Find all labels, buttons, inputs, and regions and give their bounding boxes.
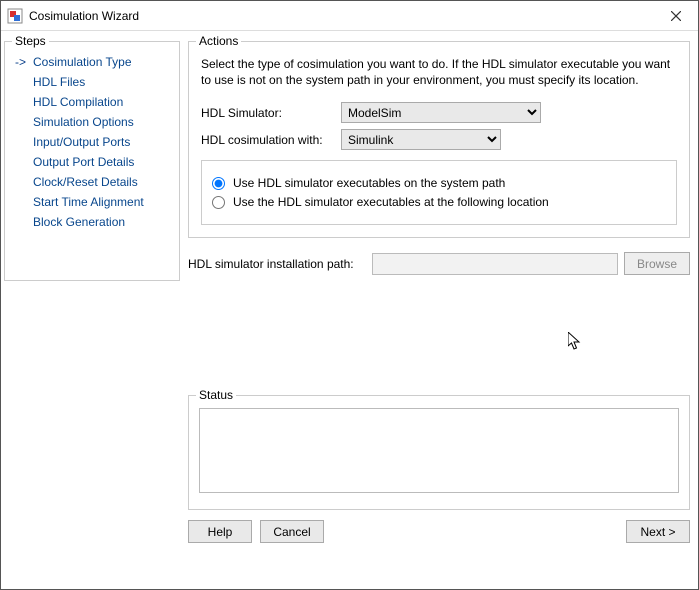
window-close-button[interactable] — [653, 1, 698, 31]
step-hdl-files[interactable]: HDL Files — [15, 72, 179, 92]
radio-custom-path-label: Use the HDL simulator executables at the… — [233, 195, 549, 209]
step-label: HDL Files — [33, 75, 85, 89]
step-io-ports[interactable]: Input/Output Ports — [15, 132, 179, 152]
radio-system-path[interactable] — [212, 177, 225, 190]
window-title: Cosimulation Wizard — [29, 9, 653, 23]
hdl-simulator-label: HDL Simulator: — [201, 106, 341, 120]
cosim-with-select[interactable]: Simulink — [341, 129, 501, 150]
status-group: Status — [188, 395, 690, 510]
step-simulation-options[interactable]: Simulation Options — [15, 112, 179, 132]
actions-group: Actions Select the type of cosimulation … — [188, 41, 690, 238]
actions-description: Select the type of cosimulation you want… — [201, 56, 677, 88]
radio-system-path-label: Use HDL simulator executables on the sys… — [233, 176, 505, 190]
status-legend: Status — [196, 388, 236, 402]
step-label: Block Generation — [33, 215, 125, 229]
cosim-with-label: HDL cosimulation with: — [201, 133, 341, 147]
wizard-button-row: Help Cancel Next > — [188, 520, 690, 543]
install-path-label: HDL simulator installation path: — [188, 257, 366, 271]
radio-custom-path[interactable] — [212, 196, 225, 209]
titlebar: Cosimulation Wizard — [1, 1, 698, 31]
steps-panel: Steps ->Cosimulation Type HDL Files HDL … — [4, 41, 180, 281]
step-block-generation[interactable]: Block Generation — [15, 212, 179, 232]
steps-legend: Steps — [12, 34, 49, 48]
status-box — [199, 408, 679, 493]
app-icon — [7, 8, 23, 24]
help-button[interactable]: Help — [188, 520, 252, 543]
step-label: Cosimulation Type — [33, 55, 132, 69]
next-button[interactable]: Next > — [626, 520, 690, 543]
install-path-input[interactable] — [372, 253, 618, 275]
step-label: Output Port Details — [33, 155, 134, 169]
step-output-port-details[interactable]: Output Port Details — [15, 152, 179, 172]
step-label: Input/Output Ports — [33, 135, 130, 149]
step-label: Simulation Options — [33, 115, 134, 129]
simulator-location-radios: Use HDL simulator executables on the sys… — [201, 160, 677, 225]
step-start-time-alignment[interactable]: Start Time Alignment — [15, 192, 179, 212]
cancel-button[interactable]: Cancel — [260, 520, 324, 543]
step-cosimulation-type[interactable]: ->Cosimulation Type — [15, 52, 179, 72]
actions-legend: Actions — [196, 34, 241, 48]
step-label: Clock/Reset Details — [33, 175, 138, 189]
step-clock-reset-details[interactable]: Clock/Reset Details — [15, 172, 179, 192]
step-hdl-compilation[interactable]: HDL Compilation — [15, 92, 179, 112]
browse-button[interactable]: Browse — [624, 252, 690, 275]
hdl-simulator-select[interactable]: ModelSim — [341, 102, 541, 123]
step-label: Start Time Alignment — [33, 195, 144, 209]
step-label: HDL Compilation — [33, 95, 123, 109]
